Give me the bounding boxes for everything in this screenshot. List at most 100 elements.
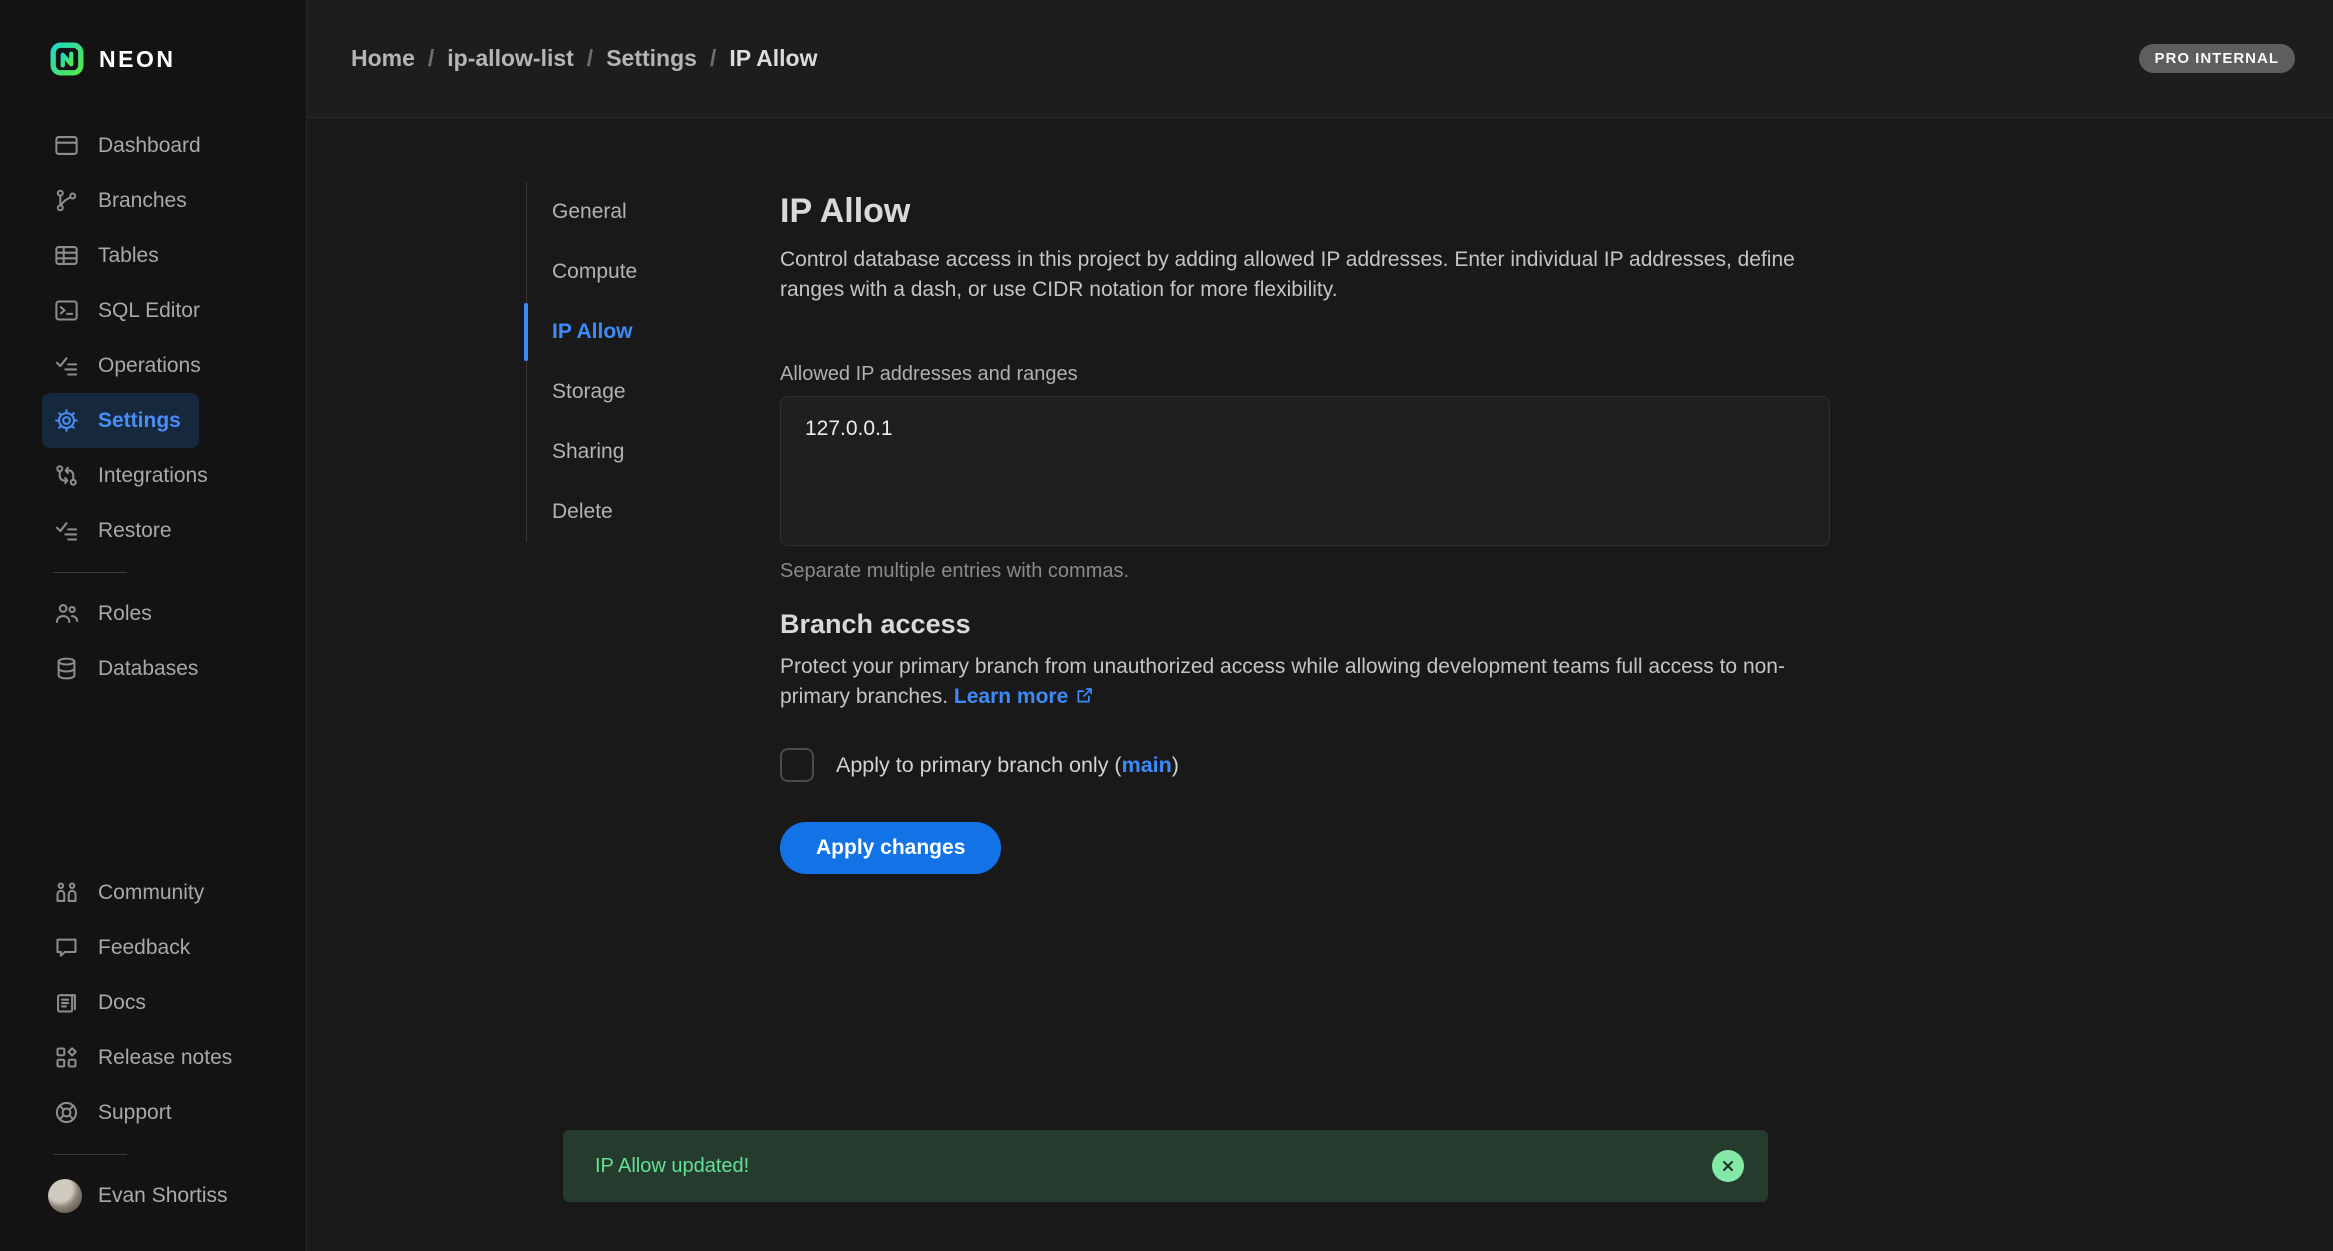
list-check-icon	[53, 352, 80, 379]
restore-icon	[53, 517, 80, 544]
sidebar-divider-bottom	[53, 1154, 127, 1155]
learn-more-link[interactable]: Learn more	[954, 685, 1095, 708]
sidebar-nav-primary: Dashboard Branches Tables SQL Editor Ope…	[0, 118, 306, 558]
apply-changes-button[interactable]: Apply changes	[780, 822, 1001, 874]
close-icon	[1720, 1158, 1736, 1174]
breadcrumb-home[interactable]: Home	[351, 45, 415, 72]
sidebar-item-label: Operations	[98, 354, 201, 378]
sidebar-item-label: Community	[98, 881, 204, 905]
sidebar-item-dashboard[interactable]: Dashboard	[42, 118, 219, 173]
branch-access-text: Protect your primary branch from unautho…	[780, 655, 1785, 708]
sidebar-item-docs[interactable]: Docs	[42, 975, 164, 1030]
settings-page: General Compute IP Allow Storage Sharing…	[307, 118, 2333, 1251]
subnav-item-general[interactable]: General	[527, 182, 667, 242]
learn-more-label: Learn more	[954, 685, 1068, 708]
sidebar-item-integrations[interactable]: Integrations	[42, 448, 226, 503]
subnav-item-compute[interactable]: Compute	[527, 242, 667, 302]
app-window: NEON Dashboard Branches Tables SQL Edito…	[0, 0, 2333, 1251]
brand-name: NEON	[99, 46, 175, 73]
sidebar-item-label: Feedback	[98, 936, 190, 960]
sidebar-divider	[53, 572, 127, 573]
sidebar-item-label: Branches	[98, 189, 187, 213]
subnav-item-ip-allow[interactable]: IP Allow	[527, 302, 667, 362]
sidebar-item-feedback[interactable]: Feedback	[42, 920, 208, 975]
breadcrumb-settings[interactable]: Settings	[606, 45, 697, 72]
gear-icon	[53, 407, 80, 434]
sidebar-item-label: Tables	[98, 244, 159, 268]
main-branch-link[interactable]: main	[1122, 753, 1172, 777]
subnav-item-delete[interactable]: Delete	[527, 482, 667, 542]
sidebar-item-label: Dashboard	[98, 134, 201, 158]
dashboard-icon	[53, 132, 80, 159]
success-toast: IP Allow updated!	[563, 1130, 1768, 1202]
sidebar-item-settings[interactable]: Settings	[42, 393, 199, 448]
sidebar-item-label: Support	[98, 1101, 172, 1125]
avatar	[48, 1179, 82, 1213]
toast-close-button[interactable]	[1712, 1150, 1744, 1182]
neon-logo-icon	[50, 42, 84, 76]
life-buoy-icon	[53, 1099, 80, 1126]
community-icon	[53, 879, 80, 906]
sidebar-item-support[interactable]: Support	[42, 1085, 190, 1140]
sidebar-item-label: Docs	[98, 991, 146, 1015]
primary-branch-row: Apply to primary branch only (main)	[780, 748, 1830, 782]
branch-access-title: Branch access	[780, 609, 1830, 640]
primary-branch-label-prefix: Apply to primary branch only (	[836, 753, 1122, 777]
git-compare-icon	[53, 462, 80, 489]
message-icon	[53, 934, 80, 961]
breadcrumb-current: IP Allow	[729, 45, 817, 72]
sidebar-item-restore[interactable]: Restore	[42, 503, 190, 558]
breadcrumb-separator: /	[587, 45, 593, 72]
topbar: Home / ip-allow-list / Settings / IP All…	[307, 0, 2333, 118]
users-icon	[53, 600, 80, 627]
sidebar-item-branches[interactable]: Branches	[42, 173, 205, 228]
page-title: IP Allow	[780, 192, 1830, 231]
primary-branch-checkbox[interactable]	[780, 748, 814, 782]
document-icon	[53, 989, 80, 1016]
breadcrumb-separator: /	[710, 45, 716, 72]
sidebar-item-sql-editor[interactable]: SQL Editor	[42, 283, 218, 338]
database-icon	[53, 655, 80, 682]
sidebar-item-databases[interactable]: Databases	[42, 641, 216, 696]
terminal-icon	[53, 297, 80, 324]
sidebar-item-tables[interactable]: Tables	[42, 228, 177, 283]
page-description: Control database access in this project …	[780, 245, 1830, 305]
sidebar-item-label: Settings	[98, 409, 181, 433]
main-pane: Home / ip-allow-list / Settings / IP All…	[307, 0, 2333, 1251]
sidebar: NEON Dashboard Branches Tables SQL Edito…	[0, 0, 307, 1251]
subnav-item-storage[interactable]: Storage	[527, 362, 667, 422]
primary-branch-label-suffix: )	[1172, 753, 1179, 777]
sidebar-spacer	[0, 696, 306, 865]
primary-branch-label: Apply to primary branch only (main)	[836, 753, 1179, 778]
ip-field-helper: Separate multiple entries with commas.	[780, 560, 1830, 583]
settings-subnav: General Compute IP Allow Storage Sharing…	[526, 182, 667, 542]
branch-access-description: Protect your primary branch from unautho…	[780, 652, 1830, 712]
breadcrumb-separator: /	[428, 45, 434, 72]
breadcrumb-project[interactable]: ip-allow-list	[447, 45, 574, 72]
sidebar-item-community[interactable]: Community	[42, 865, 222, 920]
sidebar-item-label: SQL Editor	[98, 299, 200, 323]
release-notes-icon	[53, 1044, 80, 1071]
sidebar-item-label: Restore	[98, 519, 172, 543]
sidebar-nav-bottom: Community Feedback Docs Release notes Su…	[0, 865, 306, 1140]
git-branch-icon	[53, 187, 80, 214]
external-link-icon	[1074, 685, 1095, 706]
sidebar-item-label: Integrations	[98, 464, 208, 488]
ip-field-label: Allowed IP addresses and ranges	[780, 363, 1830, 386]
sidebar-item-label: Databases	[98, 657, 198, 681]
subnav-item-sharing[interactable]: Sharing	[527, 422, 667, 482]
user-name: Evan Shortiss	[98, 1184, 228, 1208]
plan-badge: PRO INTERNAL	[2139, 44, 2296, 73]
sidebar-item-operations[interactable]: Operations	[42, 338, 219, 393]
sidebar-nav-secondary: Roles Databases	[0, 586, 306, 696]
ip-allow-section: IP Allow Control database access in this…	[780, 118, 1830, 874]
ip-addresses-input[interactable]: 127.0.0.1	[780, 396, 1830, 546]
sidebar-item-roles[interactable]: Roles	[42, 586, 170, 641]
user-menu[interactable]: Evan Shortiss	[48, 1168, 306, 1223]
breadcrumb: Home / ip-allow-list / Settings / IP All…	[351, 45, 818, 72]
sidebar-item-release-notes[interactable]: Release notes	[42, 1030, 250, 1085]
brand-logo[interactable]: NEON	[0, 0, 306, 118]
sidebar-item-label: Roles	[98, 602, 152, 626]
table-icon	[53, 242, 80, 269]
sidebar-item-label: Release notes	[98, 1046, 232, 1070]
